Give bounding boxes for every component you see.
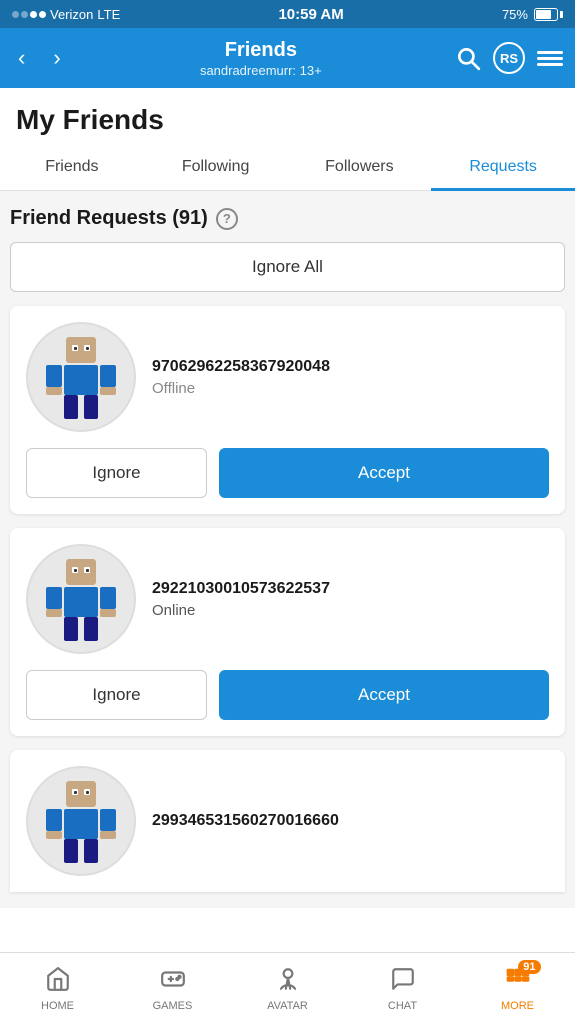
accept-button-1[interactable]: Accept xyxy=(219,448,549,498)
nav-avatar[interactable]: AVATAR xyxy=(230,953,345,1024)
robux-label: RS xyxy=(500,51,518,66)
back-button[interactable]: ‹ xyxy=(12,43,31,73)
header-title: Friends sandradreemurr: 13+ xyxy=(67,39,455,78)
nav-home-label: HOME xyxy=(41,1000,74,1012)
menu-button[interactable] xyxy=(537,51,563,66)
more-badge-container: 91 xyxy=(505,966,531,997)
friend-info-1: 97062962258367920048 Offline xyxy=(10,306,565,448)
battery-icon xyxy=(534,8,563,21)
signal-icon xyxy=(12,11,46,18)
friend-request-card: 97062962258367920048 Offline Ignore Acce… xyxy=(10,306,565,514)
network-label: LTE xyxy=(97,7,120,22)
search-button[interactable] xyxy=(455,45,481,71)
nav-chat[interactable]: CHAT xyxy=(345,953,460,1024)
friend-info-2: 29221030010573622537 Online xyxy=(10,528,565,670)
nav-avatar-label: AVATAR xyxy=(267,1000,308,1012)
friend-status-2: Online xyxy=(152,602,549,619)
tab-following[interactable]: Following xyxy=(144,144,288,190)
status-right: 75% xyxy=(502,7,563,22)
avatar-icon xyxy=(275,966,301,997)
nav-games[interactable]: GAMES xyxy=(115,953,230,1024)
header-subtitle: sandradreemurr: 13+ xyxy=(67,63,455,78)
section-heading: Friend Requests (91) ? xyxy=(10,207,565,230)
header-nav: ‹ › xyxy=(12,43,67,73)
friend-username-3: 299346531560270016660 xyxy=(152,812,549,830)
ignore-all-button[interactable]: Ignore All xyxy=(10,242,565,292)
avatar-2 xyxy=(26,544,136,654)
tabs-container: Friends Following Followers Requests xyxy=(0,144,575,191)
page-content: My Friends Friends Following Followers R… xyxy=(0,88,575,952)
header-title-text: Friends xyxy=(67,39,455,62)
tab-followers[interactable]: Followers xyxy=(288,144,432,190)
tab-friends[interactable]: Friends xyxy=(0,144,144,190)
avatar-1 xyxy=(26,322,136,432)
nav-more-label: MORE xyxy=(501,1000,534,1012)
carrier-label: Verizon xyxy=(50,7,93,22)
friend-request-card-3-partial: 299346531560270016660 xyxy=(10,750,565,892)
time-label: 10:59 AM xyxy=(278,6,343,23)
robux-button[interactable]: RS xyxy=(493,42,525,74)
nav-more[interactable]: 91 MORE xyxy=(460,953,575,1024)
home-icon xyxy=(45,966,71,997)
friend-details-1: 97062962258367920048 Offline xyxy=(152,358,549,397)
page-title: My Friends xyxy=(0,88,575,144)
more-badge: 91 xyxy=(518,960,540,974)
ignore-button-1[interactable]: Ignore xyxy=(26,448,207,498)
avatar-3 xyxy=(26,766,136,876)
ignore-button-2[interactable]: Ignore xyxy=(26,670,207,720)
friend-username-2: 29221030010573622537 xyxy=(152,580,549,598)
requests-content: Friend Requests (91) ? Ignore All xyxy=(0,191,575,908)
battery-percent: 75% xyxy=(502,7,528,22)
status-left: Verizon LTE xyxy=(12,7,120,22)
app-header: ‹ › Friends sandradreemurr: 13+ RS xyxy=(0,28,575,88)
friend-status-1: Offline xyxy=(152,380,549,397)
tab-requests[interactable]: Requests xyxy=(431,144,575,190)
header-icons: RS xyxy=(455,42,563,74)
section-heading-text: Friend Requests (91) xyxy=(10,207,208,230)
bottom-navigation: HOME GAMES AVATAR xyxy=(0,952,575,1024)
accept-button-2[interactable]: Accept xyxy=(219,670,549,720)
forward-button[interactable]: › xyxy=(47,43,66,73)
friend-details-2: 29221030010573622537 Online xyxy=(152,580,549,619)
friend-info-3: 299346531560270016660 xyxy=(10,750,565,892)
nav-chat-label: CHAT xyxy=(388,1000,417,1012)
nav-games-label: GAMES xyxy=(153,1000,193,1012)
games-icon xyxy=(160,966,186,997)
friend-actions-1: Ignore Accept xyxy=(10,448,565,514)
friend-request-card-2: 29221030010573622537 Online Ignore Accep… xyxy=(10,528,565,736)
friend-username-1: 97062962258367920048 xyxy=(152,358,549,376)
friend-details-3: 299346531560270016660 xyxy=(152,812,549,830)
chat-icon xyxy=(390,966,416,997)
friend-actions-2: Ignore Accept xyxy=(10,670,565,736)
status-bar: Verizon LTE 10:59 AM 75% xyxy=(0,0,575,28)
nav-home[interactable]: HOME xyxy=(0,953,115,1024)
info-icon[interactable]: ? xyxy=(216,208,238,230)
